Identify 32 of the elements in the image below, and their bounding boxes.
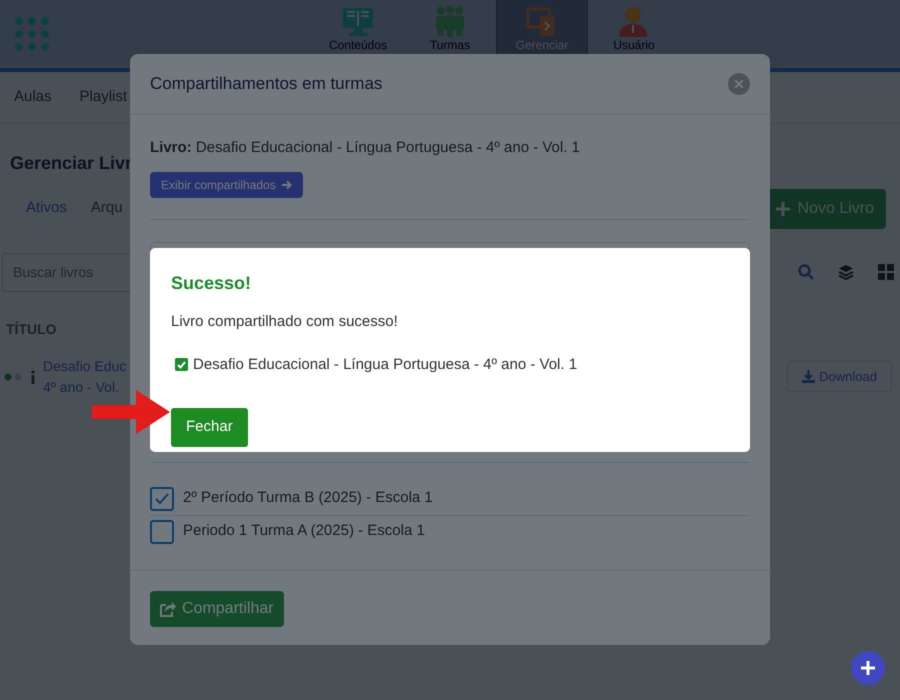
- plus-icon: [861, 661, 875, 675]
- share-button[interactable]: Compartilhar: [150, 591, 284, 627]
- monitor-book-icon: [341, 6, 375, 38]
- close-icon: [735, 80, 743, 88]
- shared-book-label: Desafio Educacional - Língua Portuguesa - 4º ano - Vol. 1: [193, 354, 578, 374]
- add-button[interactable]: [851, 651, 885, 685]
- grid-icon[interactable]: [878, 264, 894, 280]
- share-icon: [160, 601, 176, 617]
- close-button[interactable]: Fechar: [171, 408, 248, 446]
- show-shared-button[interactable]: Exibir compartilhados: [150, 172, 303, 198]
- subnav-link[interactable]: Playlist: [80, 86, 128, 108]
- info-icon[interactable]: [30, 370, 36, 384]
- people-icon: [433, 6, 467, 38]
- nav-item[interactable]: Usuário: [588, 0, 680, 68]
- layers-icon[interactable]: [838, 264, 854, 280]
- subnav-link[interactable]: Aulas: [14, 86, 52, 108]
- class-label: Periodo 1 Turma A (2025) - Escola 1: [183, 521, 425, 542]
- arrow-right-icon: [282, 180, 292, 190]
- book-label: Livro: Desafio Educacional - Língua Portuguesa - 4º ano - Vol. 1: [150, 138, 581, 158]
- success-message: Livro compartilhado com sucesso!: [171, 312, 399, 332]
- page-title: Gerenciar Livr: [10, 152, 134, 174]
- plus-icon: [776, 202, 790, 216]
- download-icon: [802, 370, 816, 383]
- check-icon: [155, 492, 169, 504]
- check-icon: [177, 360, 186, 369]
- class-label: 2º Período Turma B (2025) - Escola 1: [183, 488, 433, 508]
- close-button[interactable]: [728, 73, 750, 95]
- checkbox[interactable]: [150, 520, 174, 544]
- modal-title: Compartilhamentos em turmas: [150, 73, 382, 96]
- checkbox[interactable]: [150, 486, 174, 510]
- success-title: Sucesso!: [171, 272, 252, 295]
- search-icon[interactable]: [798, 264, 814, 280]
